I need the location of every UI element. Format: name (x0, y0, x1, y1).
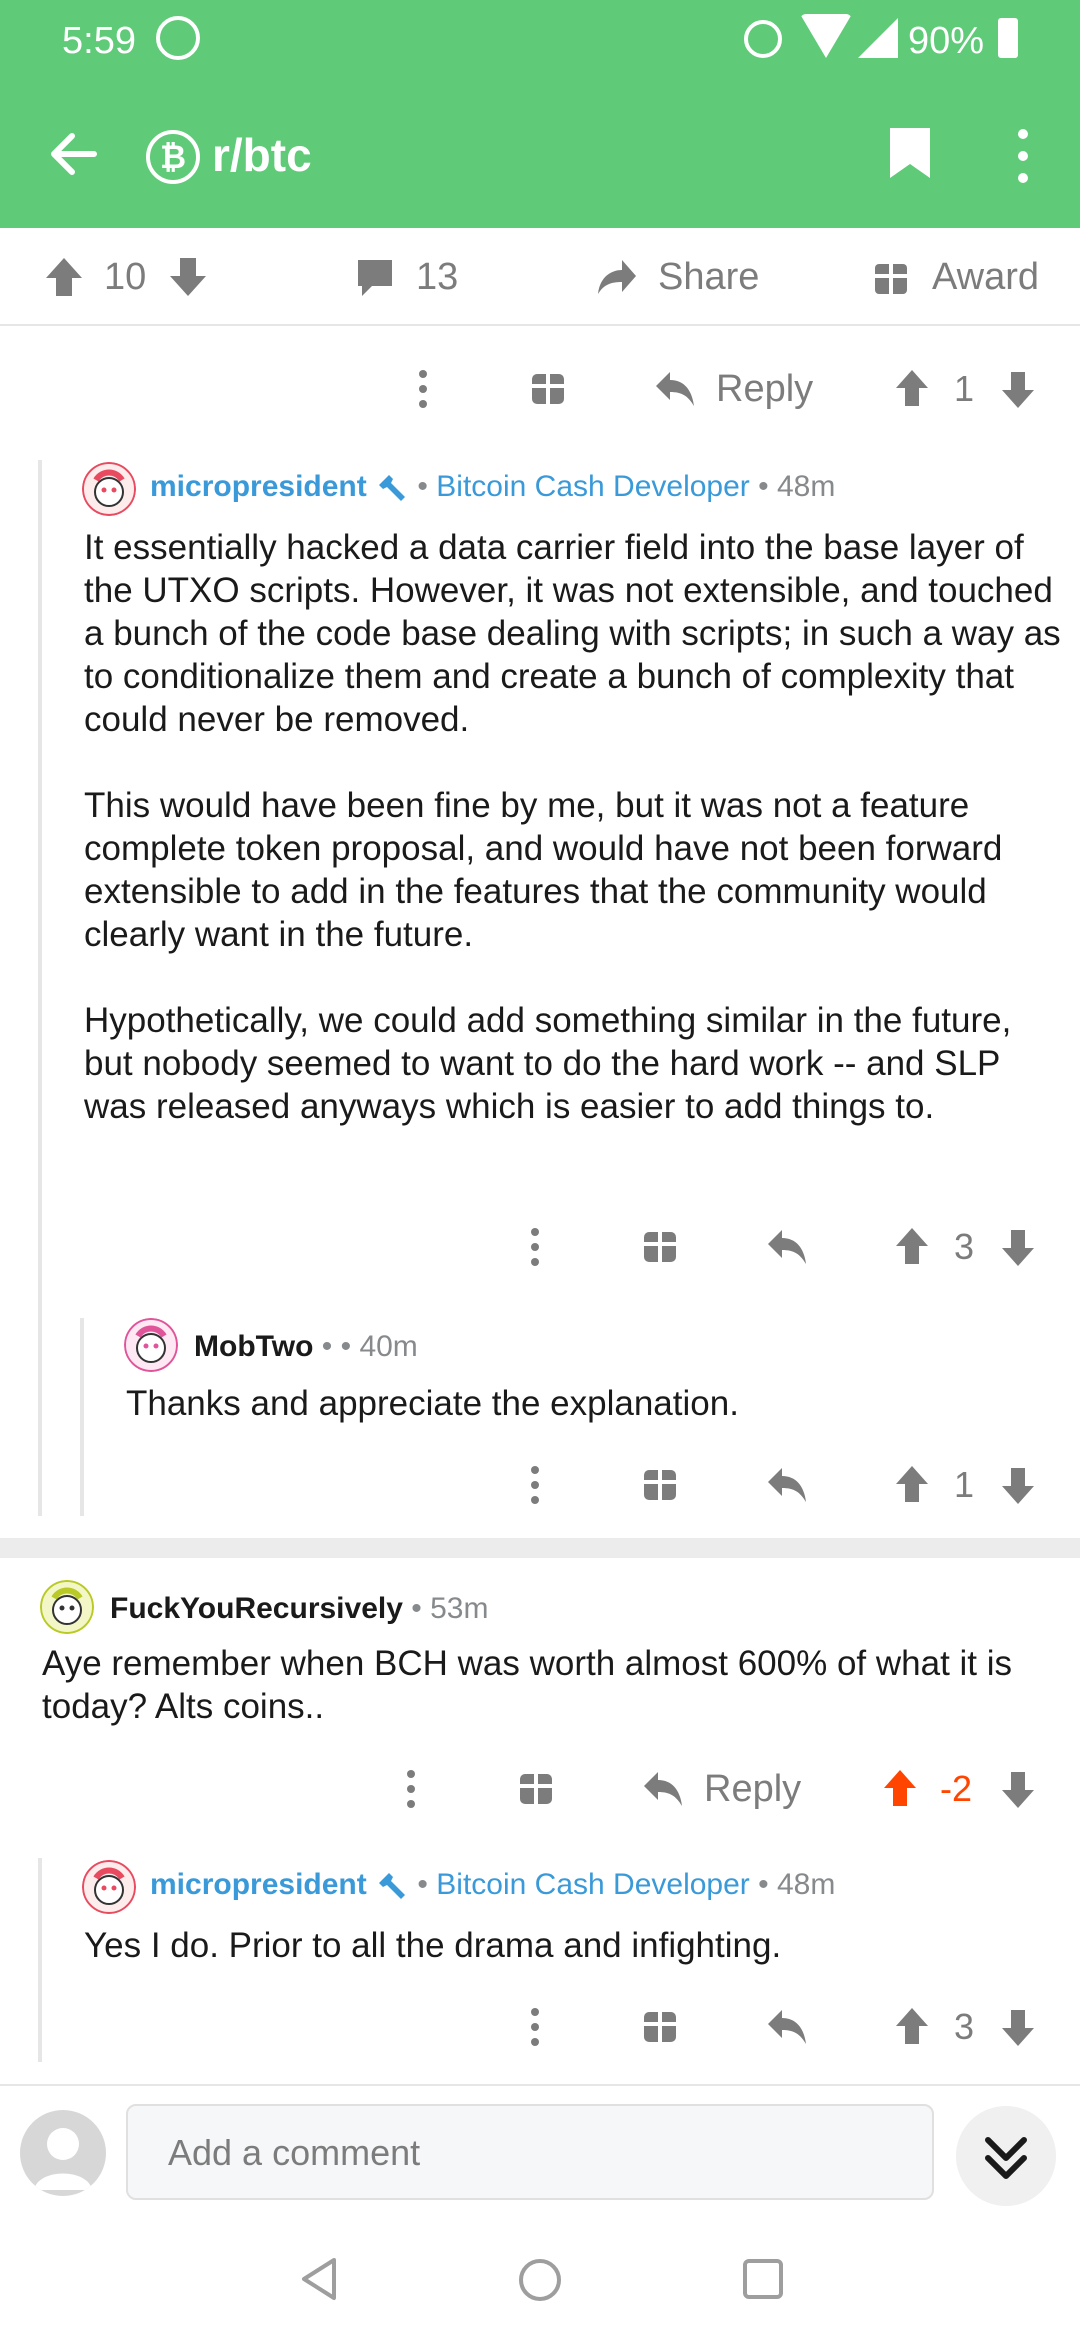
avatar[interactable] (40, 1580, 94, 1634)
whatsapp-icon (156, 16, 200, 60)
downvote-icon[interactable] (1000, 2002, 1036, 2052)
comment-composer: Add a comment (0, 2084, 1080, 2218)
signal-icon (858, 18, 898, 58)
comment-action-row: 3 (0, 1212, 1080, 1282)
comment-meta: MobTwo • • 40m (194, 1330, 418, 1363)
gift-icon[interactable] (530, 364, 566, 414)
comment-meta: micropresident • Bitcoin Cash Developer … (150, 470, 835, 505)
reply-button[interactable]: Reply (716, 364, 813, 414)
reply-icon[interactable] (766, 1460, 808, 1510)
chevrons-down-icon[interactable] (956, 2106, 1056, 2206)
kebab-icon[interactable] (416, 364, 430, 414)
nav-recents-icon[interactable] (742, 2258, 784, 2300)
bookmark-icon[interactable] (888, 126, 932, 180)
author-name[interactable]: MobTwo (194, 1330, 313, 1363)
wrench-icon (379, 475, 406, 502)
comment-paragraph: This would have been fine by me, but it … (84, 786, 1003, 954)
downvote-icon[interactable] (1000, 364, 1036, 414)
reply-icon[interactable] (766, 1222, 808, 1272)
upvote-icon[interactable] (894, 2002, 930, 2052)
award-button[interactable]: Award (932, 252, 1039, 302)
subreddit-title[interactable]: r/btc (212, 128, 312, 182)
comment-paragraph: It essentially hacked a data carrier fie… (84, 528, 1061, 739)
comment-action-row: Reply -2 (0, 1754, 1080, 1824)
gift-icon[interactable] (642, 2002, 678, 2052)
downvote-icon[interactable] (1000, 1460, 1036, 1510)
gift-icon[interactable] (642, 1222, 678, 1272)
reply-icon[interactable] (654, 364, 696, 414)
comment-meta: micropresident • Bitcoin Cash Developer … (150, 1868, 835, 1903)
gift-icon[interactable] (642, 1460, 678, 1510)
comment-time: 48m (776, 1868, 836, 1901)
comment-paragraph: Hypothetically, we could add something s… (84, 1001, 1012, 1126)
comment-action-row: 1 (0, 1450, 1080, 1520)
comment-body: Yes I do. Prior to all the drama and inf… (84, 1926, 782, 1965)
author-name[interactable]: micropresident (150, 1868, 367, 1901)
comment-time: 48m (776, 470, 836, 503)
battery-percent: 90% (908, 20, 985, 62)
thread-line[interactable] (38, 460, 42, 1516)
kebab-icon[interactable] (528, 2002, 542, 2052)
app-bar: ₿ r/btc (0, 80, 1080, 228)
back-arrow-icon[interactable] (44, 124, 104, 184)
comment-body: Aye remember when BCH was worth almost 6… (42, 1644, 1013, 1726)
kebab-icon[interactable] (404, 1764, 418, 1814)
comment-body: It essentially hacked a data carrier fie… (84, 526, 1064, 1128)
battery-icon (998, 18, 1018, 58)
alarm-icon (744, 20, 782, 58)
comment-time: 40m (359, 1330, 418, 1363)
wifi-icon (800, 14, 852, 58)
gift-icon[interactable] (518, 1764, 554, 1814)
upvote-icon[interactable] (894, 1222, 930, 1272)
comment-score: 1 (954, 1464, 975, 1505)
thread-separator (0, 1538, 1080, 1558)
status-time: 5:59 (62, 20, 136, 62)
user-flair: Bitcoin Cash Developer (436, 470, 750, 503)
user-flair: Bitcoin Cash Developer (436, 1868, 750, 1901)
comment-time: 53m (430, 1592, 489, 1625)
comment-body: Thanks and appreciate the explanation. (126, 1384, 739, 1423)
comment-icon[interactable] (354, 252, 396, 302)
comment-count[interactable]: 13 (416, 252, 458, 302)
upvote-icon[interactable] (882, 1764, 918, 1814)
user-silhouette-icon (34, 2128, 92, 2190)
comment-score: 3 (954, 2006, 975, 2047)
comment-score: 3 (954, 1226, 975, 1267)
comment-action-row: 3 (0, 1992, 1080, 2062)
kebab-icon[interactable] (528, 1460, 542, 1510)
status-bar: 5:59 90% (0, 0, 1080, 80)
reply-button[interactable]: Reply (704, 1764, 801, 1814)
share-button[interactable]: Share (658, 252, 759, 302)
system-nav-bar (0, 2218, 1080, 2340)
downvote-icon[interactable] (168, 252, 208, 302)
nav-home-icon[interactable] (518, 2258, 562, 2302)
comment-meta: FuckYouRecursively • 53m (110, 1592, 489, 1625)
upvote-icon[interactable] (44, 252, 84, 302)
post-score: 10 (104, 256, 147, 298)
avatar[interactable] (82, 1860, 136, 1914)
comment-action-row: Reply 1 (0, 354, 1080, 424)
downvote-icon[interactable] (1000, 1222, 1036, 1272)
kebab-icon[interactable] (1004, 126, 1042, 186)
reply-icon[interactable] (642, 1764, 684, 1814)
bitcoin-icon: ₿ (146, 130, 200, 184)
reply-icon[interactable] (766, 2002, 808, 2052)
add-comment-input[interactable]: Add a comment (126, 2104, 934, 2200)
downvote-icon[interactable] (1000, 1764, 1036, 1814)
author-name[interactable]: FuckYouRecursively (110, 1592, 403, 1625)
kebab-icon[interactable] (528, 1222, 542, 1272)
comment-score: -2 (940, 1768, 973, 1809)
author-name[interactable]: micropresident (150, 470, 367, 503)
avatar[interactable] (82, 462, 136, 516)
comment-score: 1 (954, 368, 975, 409)
avatar[interactable] (124, 1318, 178, 1372)
user-avatar[interactable] (20, 2110, 106, 2196)
nav-back-icon[interactable] (298, 2256, 340, 2302)
upvote-icon[interactable] (894, 1460, 930, 1510)
post-actions-bar: 10 13 Share Award (0, 228, 1080, 326)
wrench-icon (379, 1873, 406, 1900)
gift-icon[interactable] (872, 252, 910, 302)
upvote-icon[interactable] (894, 364, 930, 414)
share-icon[interactable] (594, 252, 638, 302)
